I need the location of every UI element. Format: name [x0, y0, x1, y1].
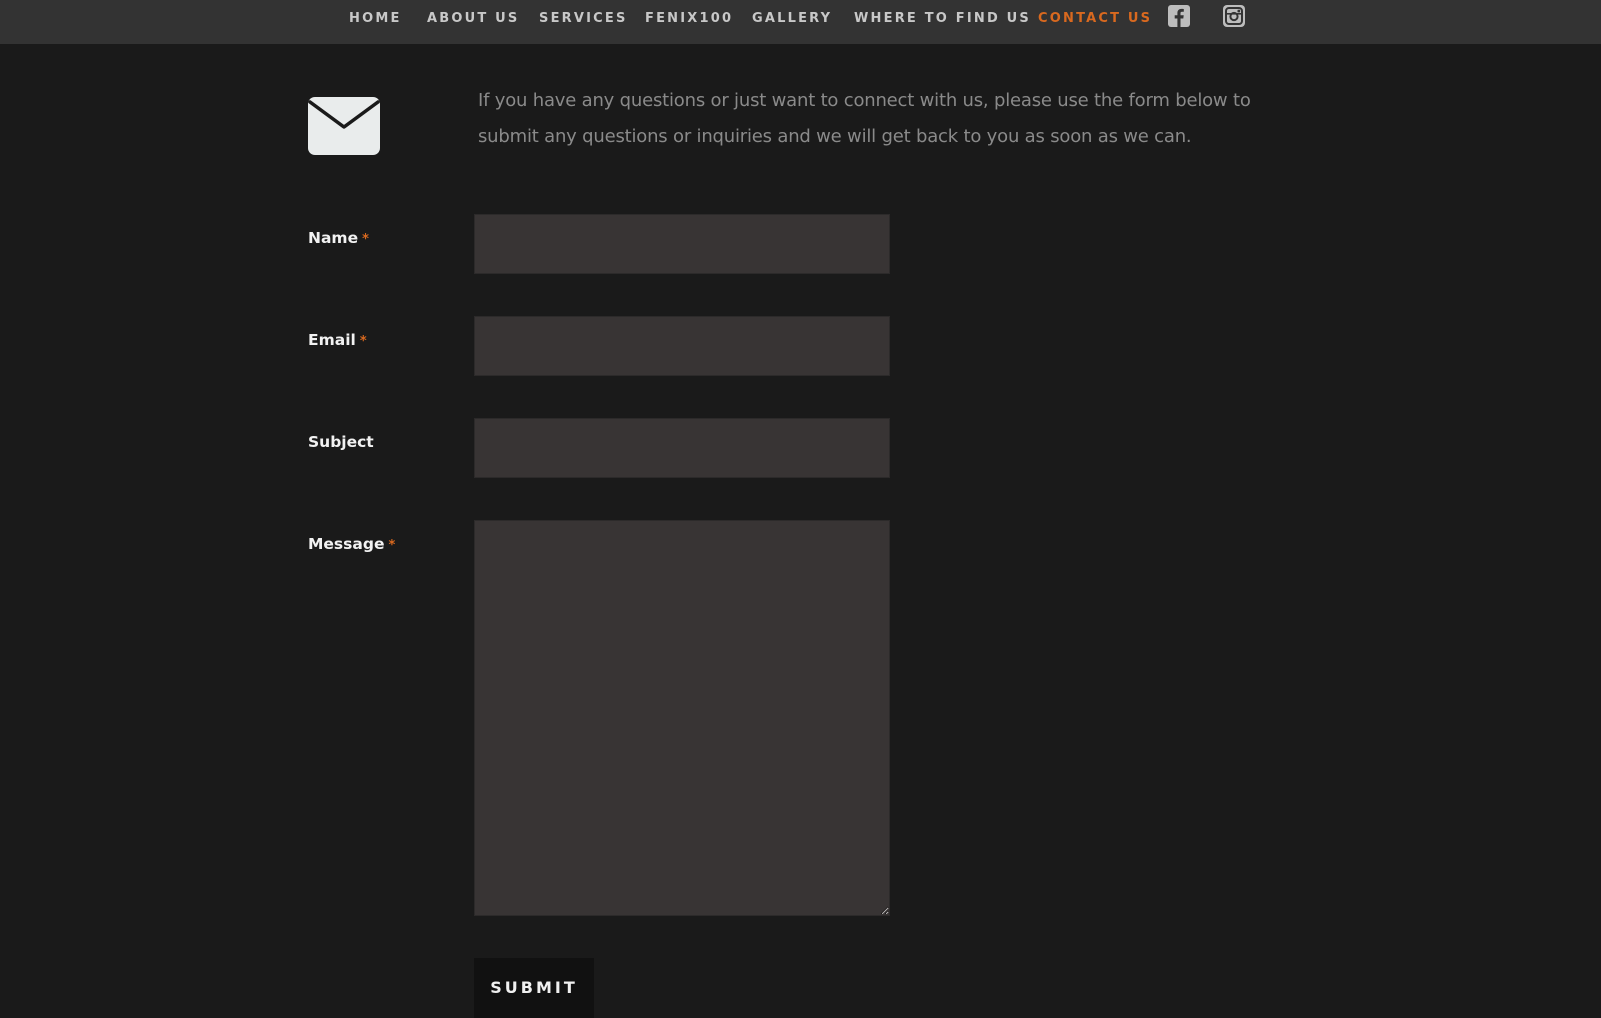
instagram-icon[interactable]	[1223, 5, 1245, 27]
submit-button[interactable]: SUBMIT	[474, 958, 594, 1018]
email-input[interactable]	[474, 316, 890, 376]
message-textarea[interactable]	[474, 520, 890, 916]
subject-label-text: Subject	[308, 433, 374, 451]
facebook-icon[interactable]	[1168, 5, 1190, 27]
required-mark: *	[388, 538, 396, 553]
subject-label: Subject	[308, 432, 374, 452]
nav-contact-us[interactable]: CONTACT US	[1038, 11, 1152, 27]
name-label-text: Name	[308, 229, 359, 247]
name-input[interactable]	[474, 214, 890, 274]
required-mark: *	[362, 232, 369, 247]
top-navigation: HOME ABOUT US SERVICES FENIX100 GALLERY …	[0, 0, 1601, 44]
nav-where-to-find-us[interactable]: WHERE TO FIND US	[854, 11, 1031, 27]
nav-home[interactable]: HOME	[349, 11, 402, 27]
envelope-icon	[308, 97, 380, 155]
email-label-text: Email	[308, 331, 356, 349]
message-label: Message *	[308, 534, 395, 556]
subject-input[interactable]	[474, 418, 890, 478]
message-label-text: Message	[308, 535, 385, 553]
nav-fenix100[interactable]: FENIX100	[645, 11, 733, 27]
email-label: Email *	[308, 330, 367, 352]
nav-about-us[interactable]: ABOUT US	[427, 11, 520, 27]
name-label: Name *	[308, 228, 369, 250]
nav-services[interactable]: SERVICES	[539, 11, 628, 27]
required-mark: *	[359, 334, 367, 349]
intro-text: If you have any questions or just want t…	[478, 90, 1251, 147]
nav-gallery[interactable]: GALLERY	[752, 11, 832, 27]
